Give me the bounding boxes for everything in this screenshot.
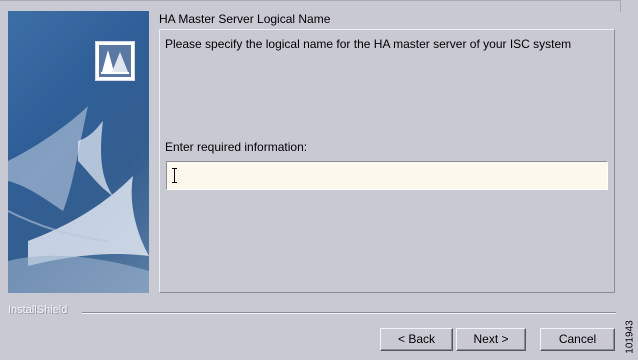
dialog-title: HA Master Server Logical Name: [159, 12, 331, 26]
window-top-edge: [0, 0, 620, 1]
footer-divider: [82, 312, 616, 314]
cancel-button[interactable]: Cancel: [540, 328, 615, 351]
next-button[interactable]: Next >: [456, 328, 526, 351]
figure-id-label: 101943: [624, 316, 636, 358]
installshield-brand-label: InstallShield: [8, 304, 68, 316]
figure-id-text: 101943: [624, 320, 636, 354]
side-banner-image: [8, 11, 149, 293]
installshield-logo-icon: [95, 41, 135, 81]
dialog-description: Please specify the logical name for the …: [165, 37, 572, 51]
back-button[interactable]: < Back: [380, 328, 453, 351]
field-label: Enter required information:: [165, 140, 308, 154]
logical-name-input[interactable]: [166, 161, 608, 190]
window-right-edge: [620, 0, 621, 12]
